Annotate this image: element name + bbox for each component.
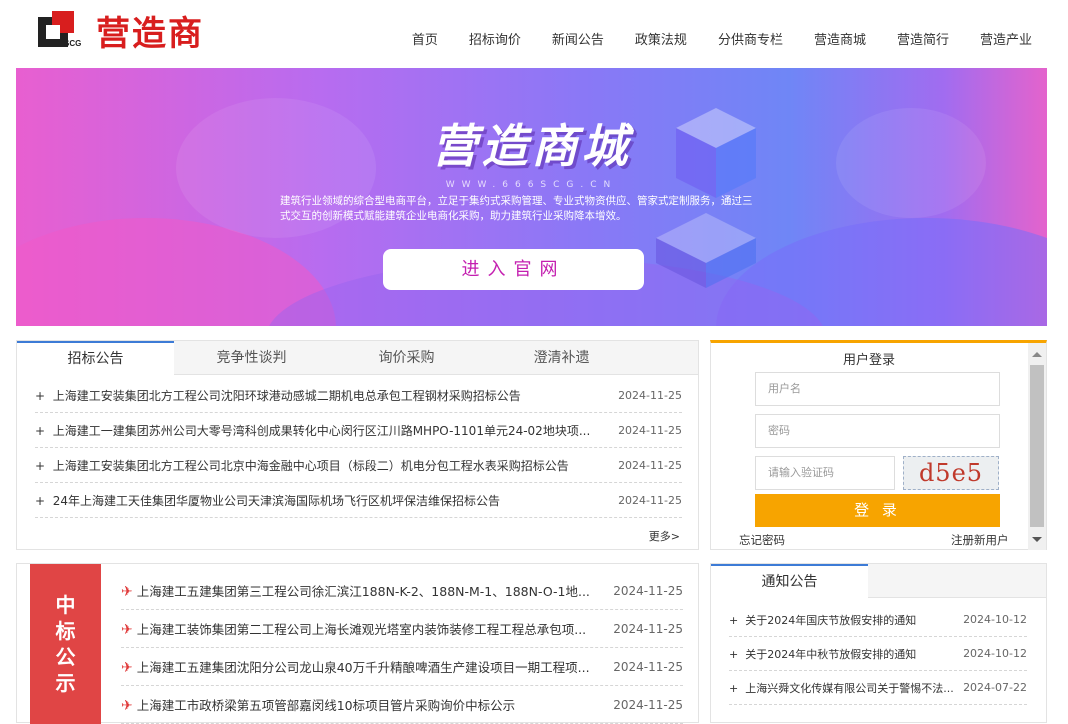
nav-news[interactable]: 新闻公告 [552,29,604,48]
tab-notice[interactable]: 通知公告 [711,564,868,598]
nav-mall[interactable]: 营造商城 [814,29,866,48]
nav-supplier[interactable]: 分供商专栏 [718,29,783,48]
captcha-image[interactable]: d5e5 [903,456,999,490]
list-item[interactable]: + 上海兴舜文化传媒有限公司关于警惕不法... 2024-07-22 [729,671,1027,705]
login-button[interactable]: 登 录 [755,494,1000,527]
award-label-block: 中标公示 [30,564,101,724]
list-item[interactable]: ✈ 上海建工五建集团沈阳分公司龙山泉40万千升精酿啤酒生产建设项目一期工程项..… [121,648,683,686]
scrollbar-thumb[interactable] [1030,365,1044,527]
scrollbar[interactable] [1028,343,1046,550]
list-item[interactable]: ✈ 上海建工五建集团第三工程公司徐汇滨江188N-K-2、188N-M-1、18… [121,572,683,610]
login-panel: 用户登录 用户名 密码 请输入验证码 d5e5 登 录 忘记密码 注册新用户 [710,340,1047,550]
password-input[interactable]: 密码 [755,414,1000,448]
scroll-down-icon[interactable] [1032,537,1042,542]
login-title: 用户登录 [842,353,895,368]
plane-icon: ✈ [121,660,133,676]
register-link[interactable]: 注册新用户 [951,532,1009,548]
nav-industry[interactable]: 营造产业 [980,29,1032,48]
banner-description: 建筑行业领域的综合型电商平台，立足于集约式采购管理、专业式物资供应、管家式定制服… [280,195,753,222]
main-nav: 首页 招标询价 新闻公告 政策法规 分供商专栏 营造商城 营造简行 营造产业 [381,29,1032,48]
notice-tabs: 通知公告 [711,564,1046,598]
hero-banner: 营造商城 WWW.666SCG.CN 建筑行业领域的综合型电商平台，立足于集约式… [16,68,1047,326]
banner-url: WWW.666SCG.CN [445,180,618,190]
list-item[interactable]: ✈ 上海建工市政桥梁第五项管部嘉闵线10标项目管片采购询价中标公示 2024-11… [121,686,683,724]
tab-competitive-negotiation[interactable]: 竞争性谈判 [174,341,329,375]
header: SCG 营造商 首页 招标询价 新闻公告 政策法规 分供商专栏 营造商城 营造简… [0,0,1068,68]
notice-list: + 关于2024年国庆节放假安排的通知 2024-10-12 + 关于2024年中… [729,603,1027,705]
tab-inquiry[interactable]: 询价采购 [329,341,484,375]
enter-site-button[interactable]: 进入官网 [383,249,644,290]
list-item[interactable]: + 上海建工一建集团苏州公司大零号湾科创成果转化中心闵行区江川路MHPO-110… [35,413,682,448]
list-item[interactable]: + 上海建工安装集团北方工程公司沈阳环球港动感城二期机电总承包工程钢材采购招标公… [35,378,682,413]
scroll-up-icon[interactable] [1032,352,1042,357]
tab-clarification[interactable]: 澄清补遗 [484,341,639,375]
forgot-password-link[interactable]: 忘记密码 [739,532,785,548]
tender-more-link[interactable]: 更多> [649,528,680,544]
logo-mark-icon: SCG [38,11,90,49]
nav-policy[interactable]: 政策法规 [635,29,687,48]
plane-icon: ✈ [121,584,133,600]
award-list: ✈ 上海建工五建集团第三工程公司徐汇滨江188N-K-2、188N-M-1、18… [121,572,683,724]
nav-home[interactable]: 首页 [412,29,438,48]
list-item[interactable]: + 上海建工安装集团北方工程公司北京中海金融中心项目（标段二）机电分包工程水表采… [35,448,682,483]
captcha-input[interactable]: 请输入验证码 [755,456,895,490]
list-item[interactable]: + 关于2024年中秋节放假安排的通知 2024-10-12 [729,637,1027,671]
logo[interactable]: SCG 营造商 [38,10,204,54]
notice-panel: 通知公告 + 关于2024年国庆节放假安排的通知 2024-10-12 + 关于2… [710,563,1047,723]
nav-travel[interactable]: 营造简行 [897,29,949,48]
tab-tender-notice[interactable]: 招标公告 [17,341,174,375]
banner-title: 营造商城 [431,119,632,173]
tender-panel: 招标公告 竞争性谈判 询价采购 澄清补遗 + 上海建工安装集团北方工程公司沈阳环… [16,340,699,550]
nav-tender[interactable]: 招标询价 [469,29,521,48]
tender-tabs: 招标公告 竞争性谈判 询价采购 澄清补遗 [17,341,698,375]
list-item[interactable]: + 24年上海建工天佳集团华厦物业公司天津滨海国际机场飞行区机坪保洁维保招标公告… [35,483,682,518]
username-input[interactable]: 用户名 [755,372,1000,406]
list-item[interactable]: ✈ 上海建工装饰集团第二工程公司上海长滩观光塔室内装饰装修工程工程总承包项...… [121,610,683,648]
tender-list: + 上海建工安装集团北方工程公司沈阳环球港动感城二期机电总承包工程钢材采购招标公… [35,378,682,518]
list-item[interactable]: + 关于2024年国庆节放假安排的通知 2024-10-12 [729,603,1027,637]
award-panel: 中标公示 ✈ 上海建工五建集团第三工程公司徐汇滨江188N-K-2、188N-M… [16,563,699,724]
logo-text: 营造商 [96,13,204,54]
plane-icon: ✈ [121,622,133,638]
